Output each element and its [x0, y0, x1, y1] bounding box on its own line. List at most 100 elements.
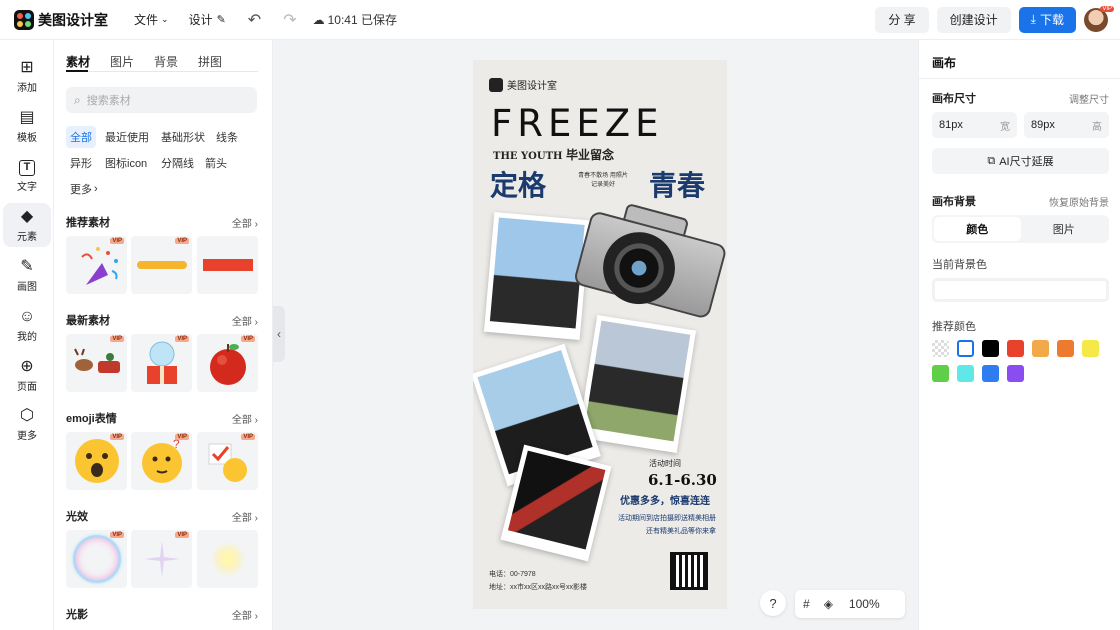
collapse-panel-handle[interactable]: ‹	[273, 306, 285, 362]
current-bg-label: 当前背景色	[932, 259, 987, 271]
color-swatch[interactable]	[982, 365, 999, 382]
see-all-link[interactable]: 全部 ›	[232, 607, 258, 622]
create-design-button[interactable]: 创建设计	[936, 6, 1011, 33]
poster-date-title: 活动时间	[649, 459, 681, 468]
rail-text[interactable]: T 文字	[3, 154, 51, 198]
search-input[interactable]: ⌕ 搜索素材	[66, 87, 257, 113]
zoom-level[interactable]: 100%	[849, 597, 880, 611]
resize-link[interactable]: 调整尺寸	[1069, 91, 1109, 106]
color-swatch[interactable]	[957, 365, 974, 382]
chip-lines[interactable]: 线条	[212, 126, 242, 148]
color-swatch[interactable]	[1007, 365, 1024, 382]
current-color-field[interactable]	[932, 278, 1109, 302]
color-swatch[interactable]	[932, 365, 949, 382]
color-swatch[interactable]	[932, 340, 949, 357]
vip-badge: VIP	[110, 238, 124, 244]
asset-apple[interactable]: VIP	[197, 334, 258, 392]
top-bar: 美图设计室 文件 ⌄ 设计 ✎ ↶ ↷ ☁ 10:41 已保存 分 享 创建设计 ⤓…	[0, 0, 1120, 40]
share-button[interactable]: 分 享	[875, 6, 929, 33]
rail-mine[interactable]: ☺ 我的	[3, 303, 51, 347]
seg-color[interactable]: 颜色	[934, 217, 1021, 241]
app-name: 美图设计室	[38, 11, 108, 28]
see-all-link[interactable]: 全部 ›	[232, 509, 258, 524]
yellow-stroke-shape	[136, 261, 187, 269]
color-swatch[interactable]	[1057, 340, 1074, 357]
tab-backgrounds[interactable]: 背景	[154, 53, 178, 70]
chip-icons[interactable]: 图标icon	[101, 152, 151, 174]
avatar[interactable]: VIP	[1084, 5, 1114, 32]
help-button[interactable]: ?	[760, 590, 786, 616]
asset-emoji-thinking[interactable]: ? VIP	[131, 432, 192, 490]
color-swatch[interactable]	[1032, 340, 1049, 357]
poster-address: 地址：xx市xx区xx路xx号xx影楼	[489, 584, 587, 591]
app-logo[interactable]: 美图设计室	[14, 9, 108, 30]
section-title: 光效	[66, 511, 88, 523]
color-swatch[interactable]	[982, 340, 999, 357]
download-button[interactable]: ⤓ 下载	[1018, 6, 1076, 33]
undo-icon[interactable]: ↶	[248, 10, 261, 30]
canvas-bg-label: 画布背景	[932, 196, 976, 208]
redo-icon[interactable]: ↷	[283, 10, 296, 30]
asset-emoji-check[interactable]: VIP	[197, 432, 258, 490]
tab-collage[interactable]: 拼图	[198, 53, 222, 70]
left-rail: ⊞ 添加 ▤ 模板 T 文字 ◆ 元素 ✎ 画图 ☺ 我的 ⊕ 页面 ⬡ 更多	[0, 40, 54, 630]
vip-badge: VIP	[241, 336, 255, 342]
download-icon: ⤓	[1030, 12, 1036, 26]
asset-bubble[interactable]: VIP	[66, 530, 127, 588]
asset-confetti[interactable]: VIP	[66, 236, 127, 294]
user-icon: ☺	[18, 307, 36, 325]
rail-templates[interactable]: ▤ 模板	[3, 104, 51, 148]
color-swatch[interactable]	[957, 340, 974, 357]
design-canvas[interactable]: 美图设计室 FREEZE THE YOUTH 毕业留念 定格 青春不散场 用照片…	[473, 60, 727, 609]
color-swatch[interactable]	[1082, 340, 1099, 357]
tab-images[interactable]: 图片	[110, 53, 134, 70]
asset-sleigh[interactable]: VIP	[66, 334, 127, 392]
asset-glow[interactable]	[197, 530, 258, 588]
asset-snowglobe-gift[interactable]: VIP	[131, 334, 192, 392]
width-field[interactable]: 81px 宽	[932, 112, 1017, 138]
tab-materials[interactable]: 素材	[66, 53, 90, 70]
poster-date: 6.1-6.30	[648, 471, 717, 489]
rail-label: 文字	[17, 181, 37, 193]
restore-bg-link[interactable]: 恢复原始背景	[1049, 194, 1109, 209]
asset-red-bar[interactable]	[197, 236, 258, 294]
canvas-bg-row: 画布背景 恢复原始背景	[932, 193, 1109, 209]
color-swatch[interactable]	[1007, 340, 1024, 357]
seg-image[interactable]: 图片	[1021, 217, 1108, 241]
chip-arrows[interactable]: 箭头	[201, 152, 231, 174]
layers-icon[interactable]: ◈	[824, 597, 833, 611]
rail-label: 元素	[17, 231, 37, 243]
poster-brand-text: 美图设计室	[507, 81, 557, 92]
grid-icon[interactable]: #	[803, 597, 810, 611]
chip-basic-shapes[interactable]: 基础形状	[157, 126, 209, 148]
rail-more[interactable]: ⬡ 更多	[3, 402, 51, 446]
asset-brush-yellow[interactable]: VIP	[131, 236, 192, 294]
see-all-link[interactable]: 全部 ›	[232, 215, 258, 230]
see-all-link[interactable]: 全部 ›	[232, 411, 258, 426]
asset-sparkle[interactable]: VIP	[131, 530, 192, 588]
height-field[interactable]: 89px 高	[1024, 112, 1109, 138]
width-value: 81px	[939, 119, 963, 131]
design-menu[interactable]: 设计 ✎	[189, 11, 226, 28]
rail-elements[interactable]: ◆ 元素	[3, 203, 51, 247]
chip-more[interactable]: 更多 ›	[66, 178, 102, 200]
ai-extend-button[interactable]: ⧉ AI尺寸延展	[932, 148, 1109, 174]
section-latest: 最新素材 全部 ›	[66, 312, 258, 328]
rail-add[interactable]: ⊞ 添加	[3, 54, 51, 98]
chip-all[interactable]: 全部	[66, 126, 96, 148]
see-all-link[interactable]: 全部 ›	[232, 313, 258, 328]
rail-draw[interactable]: ✎ 画图	[3, 253, 51, 297]
file-menu[interactable]: 文件 ⌄	[134, 11, 169, 28]
chip-dividers[interactable]: 分隔线	[157, 152, 198, 174]
rail-pages[interactable]: ⊕ 页面	[3, 353, 51, 397]
search-icon: ⌕	[74, 92, 81, 107]
poster-footer: 电话：00-7978 地址：xx市xx区xx路xx号xx影楼	[489, 568, 587, 594]
chip-irregular[interactable]: 异形	[66, 152, 96, 174]
properties-panel: 画布 画布尺寸 调整尺寸 81px 宽 89px 高 ⧉ AI尺寸延展 画布背景…	[918, 40, 1120, 630]
qr-code	[670, 552, 708, 590]
canvas-toolbar: # ◈ 100%	[795, 590, 905, 618]
poster-subline: THE YOUTH 毕业留念	[493, 146, 614, 163]
chip-recent[interactable]: 最近使用	[101, 126, 153, 148]
vip-badge: VIP	[110, 434, 124, 440]
asset-emoji-shocked[interactable]: VIP	[66, 432, 127, 490]
